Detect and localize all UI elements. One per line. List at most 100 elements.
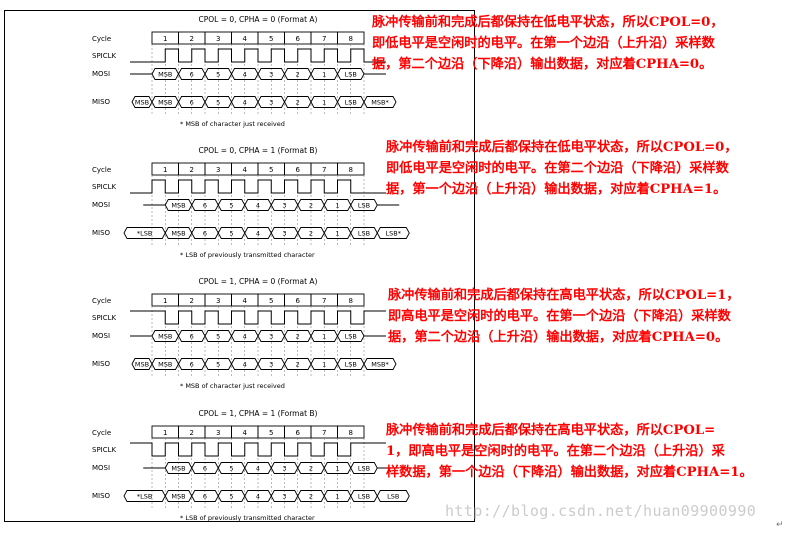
note-line: 据，第一个边沿（上升沿）输出数据，对应着CPHA=1。 — [386, 182, 727, 197]
cycle-number: 2 — [190, 429, 194, 437]
miso-bit-label: MSB — [171, 493, 185, 501]
miso-bit-label: 3 — [269, 99, 273, 107]
cycle-number: 1 — [163, 166, 167, 174]
mosi-bit-label: MSB — [171, 465, 185, 473]
mosi-bit-label: 1 — [335, 465, 339, 473]
note-line: 样数据，第一个边沿（下降沿）输出数据，对应着CPHA=1。 — [386, 465, 753, 480]
miso-bit-label: 1 — [335, 493, 339, 501]
mosi-bit-label: 5 — [229, 465, 233, 473]
miso-post-label: MSB* — [371, 361, 389, 369]
mosi-label: MOSI — [92, 332, 110, 340]
section-title: CPOL = 0, CPHA = 1 (Format B) — [199, 146, 318, 155]
cycle-number: 3 — [216, 166, 220, 174]
mosi-bit-label: 1 — [322, 71, 326, 79]
cycle-number: 6 — [296, 35, 301, 43]
cycle-number: 1 — [163, 35, 167, 43]
cycle-number: 2 — [190, 166, 194, 174]
note-line: 即低电平是空闲时的电平。在第一个边沿（上升沿）采样数 — [372, 36, 715, 51]
mosi-bit-label: 5 — [216, 333, 220, 341]
miso-bit-label: MSB — [158, 99, 172, 107]
miso-bit-label: LSB — [345, 361, 357, 369]
spiclk-label: SPICLK — [92, 446, 117, 454]
note-line: 脉冲传输前和完成后都保持在高电平状态，所以CPOL=1， — [388, 288, 740, 303]
mosi-label: MOSI — [92, 201, 110, 209]
mosi-bit-label: 1 — [322, 333, 326, 341]
cycle-number: 3 — [216, 297, 220, 305]
miso-bit-label: 2 — [309, 230, 313, 238]
footnote: * LSB of previously transmitted characte… — [180, 514, 315, 522]
cycle-label: Cycle — [92, 166, 111, 174]
cycle-number: 3 — [216, 35, 220, 43]
spiclk-label: SPICLK — [92, 183, 117, 191]
note-line: 脉冲传输前和完成后都保持在低电平状态，所以CPOL=0， — [372, 15, 724, 30]
miso-bit-label: 1 — [322, 361, 326, 369]
miso-label: MISO — [92, 492, 111, 500]
miso-bit-label: 3 — [282, 493, 286, 501]
mosi-bit-label: MSB — [158, 71, 172, 79]
miso-bit-label: LSB — [358, 493, 370, 501]
cycle-number: 5 — [269, 166, 273, 174]
miso-bit-label: 5 — [216, 361, 220, 369]
miso-bit-label: LSB — [358, 230, 370, 238]
miso-bit-label: 4 — [243, 99, 247, 107]
cycle-number: 5 — [269, 297, 273, 305]
corner-mark: ↵ — [776, 520, 784, 530]
cycle-number: 7 — [322, 166, 326, 174]
cycle-number: 1 — [163, 297, 167, 305]
mosi-bit-label: LSB — [358, 465, 370, 473]
cycle-number: 8 — [349, 35, 353, 43]
cycle-number: 7 — [322, 297, 326, 305]
spi-timing-figure: CPOL = 0, CPHA = 0 (Format A) Cycle SPICLK… — [0, 0, 787, 533]
miso-pre-label: MSB — [135, 361, 149, 369]
miso-bit-label: MSB — [171, 230, 185, 238]
note-format-a-cpol1: 脉冲传输前和完成后都保持在高电平状态，所以CPOL=1， 即高电平是空闲时的电平… — [388, 285, 787, 348]
cycle-number: 4 — [243, 297, 248, 305]
mosi-bit-label: 3 — [269, 333, 273, 341]
mosi-bit-label: 6 — [190, 71, 194, 79]
miso-bit-label: 4 — [243, 361, 247, 369]
mosi-bit-label: 4 — [256, 465, 260, 473]
miso-pre-label: *LSB — [137, 230, 152, 238]
miso-pre-label: *LSB — [137, 493, 152, 501]
spiclk-label: SPICLK — [92, 52, 117, 60]
miso-pre-label: MSB — [135, 99, 149, 107]
mosi-bit-label: LSB — [345, 71, 357, 79]
note-line: 即高电平是空闲时的电平。在第一个边沿（下降沿）采样数 — [388, 309, 731, 324]
cycle-number: 6 — [296, 429, 301, 437]
note-line: 即低电平是空闲时的电平。在第二个边沿（下降沿）采样数 — [386, 161, 729, 176]
section-title: CPOL = 1, CPHA = 0 (Format A) — [199, 277, 318, 286]
watermark: http://blog.csdn.net/huan09900990 — [445, 502, 757, 520]
miso-post-label: LSB — [387, 493, 399, 501]
miso-post-label: MSB* — [371, 99, 389, 107]
mosi-bit-label: 2 — [309, 202, 313, 210]
mosi-bit-label: 6 — [190, 333, 194, 341]
miso-bit-label: 4 — [256, 493, 260, 501]
cycle-number: 4 — [243, 166, 248, 174]
section-title: CPOL = 0, CPHA = 0 (Format A) — [199, 15, 318, 24]
mosi-bit-label: 3 — [282, 202, 286, 210]
miso-bit-label: 6 — [203, 493, 207, 501]
footnote: * MSB of character just received — [180, 382, 285, 390]
cycle-number: 8 — [349, 166, 353, 174]
spiclk-waveform — [130, 179, 386, 194]
mosi-bit-label: LSB — [345, 333, 357, 341]
cycle-number: 8 — [349, 297, 353, 305]
cycle-number: 2 — [190, 297, 194, 305]
mosi-bit-label: MSB — [171, 202, 185, 210]
cycle-label: Cycle — [92, 297, 111, 305]
miso-bit-label: 5 — [216, 99, 220, 107]
mosi-bit-label: 3 — [269, 71, 273, 79]
cycle-label: Cycle — [92, 429, 111, 437]
cycle-number: 5 — [269, 429, 273, 437]
miso-bit-label: 2 — [296, 99, 300, 107]
cycle-number: 7 — [322, 35, 326, 43]
miso-bit-label: 1 — [335, 230, 339, 238]
mosi-label: MOSI — [92, 70, 110, 78]
cycle-number: 4 — [243, 35, 248, 43]
miso-bit-label: 2 — [296, 361, 300, 369]
miso-bit-label: 6 — [190, 361, 194, 369]
mosi-bit-label: 5 — [216, 71, 220, 79]
note-line: 据，第二个边沿（上升沿）输出数据，对应着CPHA=0。 — [388, 330, 729, 345]
miso-bit-label: 3 — [269, 361, 273, 369]
miso-label: MISO — [92, 229, 111, 237]
